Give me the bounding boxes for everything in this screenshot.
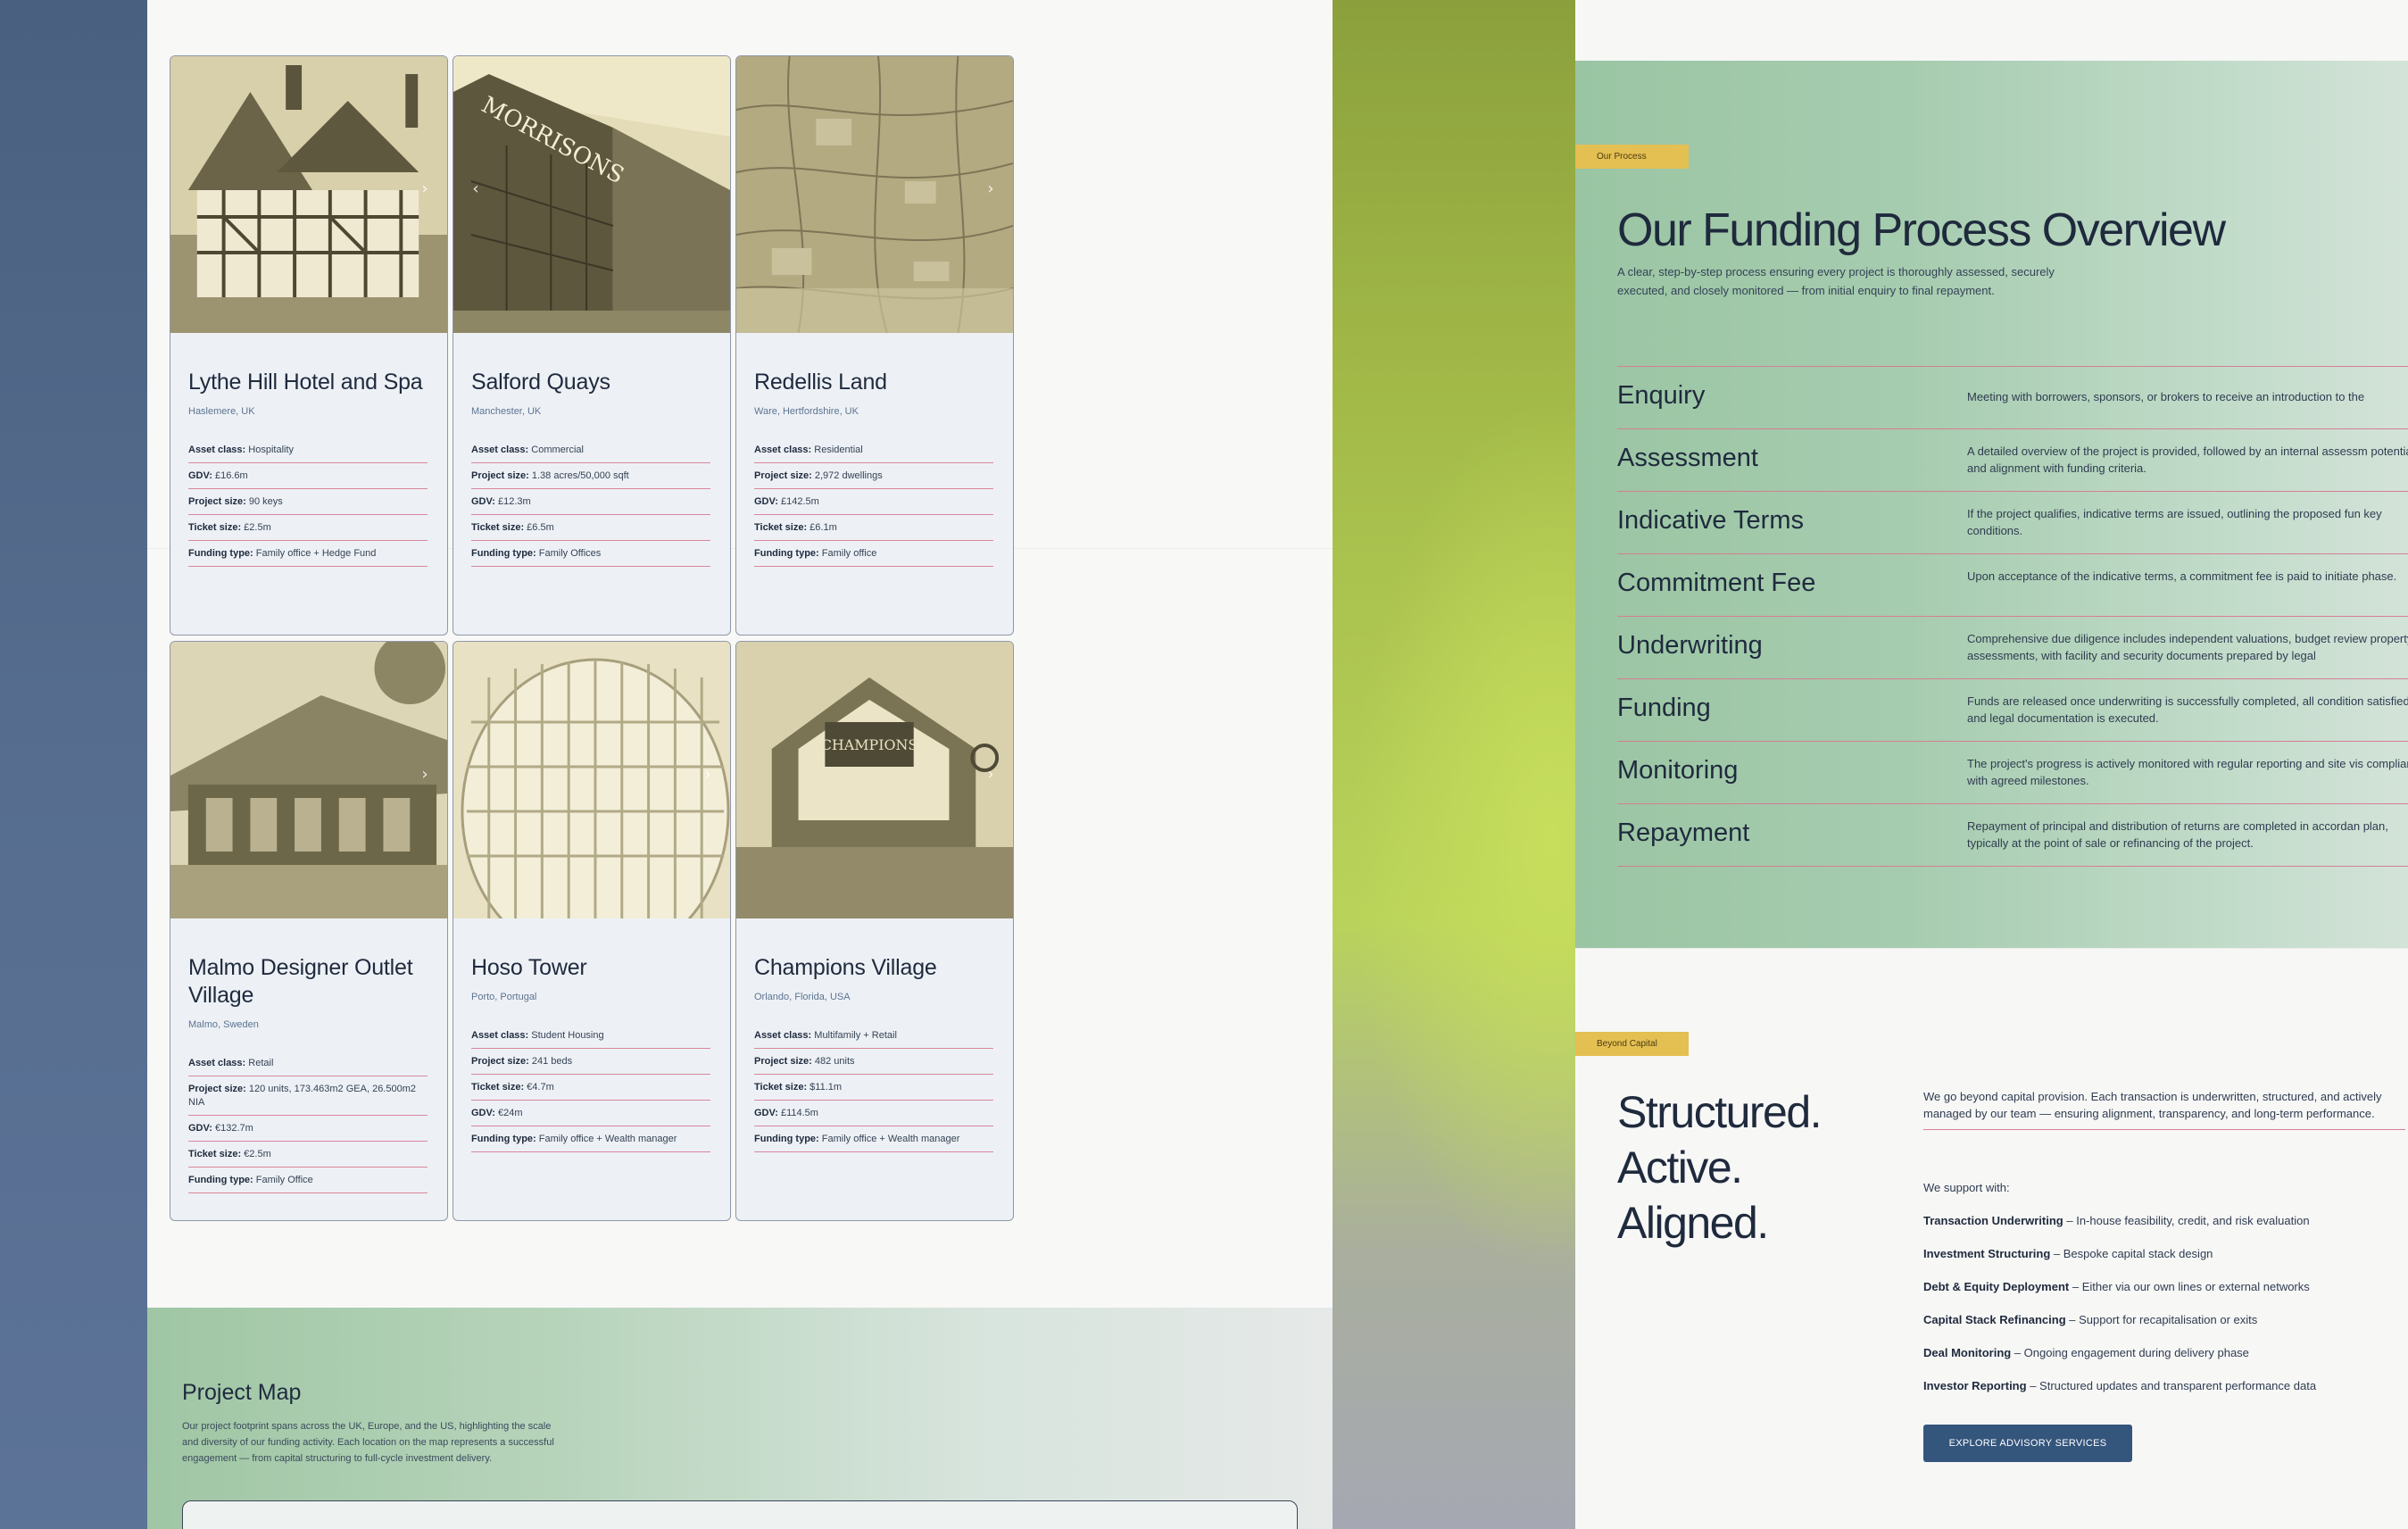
spec-row: Funding type: Family office xyxy=(754,541,993,567)
process-step: Underwriting Comprehensive due diligence … xyxy=(1617,617,2408,679)
map-container[interactable] xyxy=(182,1500,1298,1529)
project-card[interactable]: › Lythe Hill Hotel and Spa Haslemere, UK… xyxy=(170,55,448,636)
project-card[interactable]: MORRISONS ‹ Salford Quays Manchester, UK… xyxy=(453,55,731,636)
project-title: Malmo Designer Outlet Village xyxy=(188,955,413,1008)
spec-row: Ticket size: $11.1m xyxy=(754,1075,993,1101)
spec-row: Funding type: Family Office xyxy=(188,1168,428,1193)
project-map-section: Project Map Our project footprint spans … xyxy=(147,1308,1333,1529)
spec-row: Project size: 482 units xyxy=(754,1049,993,1075)
chevron-right-icon[interactable]: › xyxy=(700,767,716,783)
spec-row: GDV: €132.7m xyxy=(188,1116,428,1142)
spec-row: Asset class: Retail xyxy=(188,1051,428,1076)
chevron-right-icon[interactable]: › xyxy=(983,181,999,197)
spec-row: Ticket size: £6.1m xyxy=(754,515,993,541)
process-step: Funding Funds are released once underwrit… xyxy=(1617,679,2408,742)
divider xyxy=(1575,948,2408,949)
project-image: › xyxy=(453,642,730,918)
spec-row: Ticket size: £6.5m xyxy=(471,515,710,541)
process-section: Our Process Our Funding Process Overview… xyxy=(1575,61,2408,948)
spec-row: Funding type: Family office + Wealth man… xyxy=(471,1126,710,1152)
chevron-left-icon[interactable]: ‹ xyxy=(468,181,484,197)
beyond-heading: Structured. Active. Aligned. xyxy=(1617,1087,1823,1248)
project-title: Champions Village xyxy=(754,955,937,980)
beyond-lead: We go beyond capital provision. Each tra… xyxy=(1923,1088,2405,1130)
spec-row: Asset class: Commercial xyxy=(471,437,710,463)
project-location: Orlando, Florida, USA xyxy=(754,992,851,1002)
chevron-right-icon[interactable]: › xyxy=(417,767,433,783)
section-tag: Beyond Capital xyxy=(1575,1032,1689,1056)
svg-text:CHAMPIONS: CHAMPIONS xyxy=(821,736,918,753)
map-description: Our project footprint spans across the U… xyxy=(182,1421,554,1464)
project-image: CHAMPIONS › xyxy=(736,642,1013,918)
list-item: Investor Reporting – Structured updates … xyxy=(1923,1379,2317,1392)
spec-row: Project size: 241 beds xyxy=(471,1049,710,1075)
spec-row: Project size: 1.38 acres/50,000 sqft xyxy=(471,463,710,489)
project-title: Hoso Tower xyxy=(471,955,587,980)
process-step: Commitment Fee Upon acceptance of the ind… xyxy=(1617,554,2408,617)
list-item: Debt & Equity Deployment – Either via ou… xyxy=(1923,1280,2310,1293)
spec-row: Project size: 120 units, 173.463m2 GEA, … xyxy=(188,1076,428,1116)
process-step: Indicative Terms If the project qualifies… xyxy=(1617,492,2408,554)
project-title: Salford Quays xyxy=(471,370,610,395)
spec-row: Asset class: Multifamily + Retail xyxy=(754,1023,993,1049)
process-steps: Enquiry Meeting with borrowers, sponsors,… xyxy=(1617,366,2408,867)
spec-row: Ticket size: €4.7m xyxy=(471,1075,710,1101)
list-item: Transaction Underwriting – In-house feas… xyxy=(1923,1214,2310,1227)
project-location: Haslemere, UK xyxy=(188,406,255,417)
background-left xyxy=(0,0,147,1529)
spec-row: Project size: 2,972 dwellings xyxy=(754,463,993,489)
explore-advisory-button[interactable]: EXPLORE ADVISORY SERVICES xyxy=(1923,1425,2132,1462)
project-card[interactable]: › Redellis Land Ware, Hertfordshire, UK … xyxy=(735,55,1014,636)
project-image: MORRISONS ‹ xyxy=(453,56,730,333)
map-title: Project Map xyxy=(182,1380,302,1405)
spec-row: Ticket size: £2.5m xyxy=(188,515,428,541)
project-title: Lythe Hill Hotel and Spa xyxy=(188,370,423,395)
project-grid: › Lythe Hill Hotel and Spa Haslemere, UK… xyxy=(170,55,1014,1221)
process-lead: A clear, step-by-step process ensuring e… xyxy=(1617,265,2055,297)
support-list: Transaction Underwriting – In-house feas… xyxy=(1923,1214,2316,1412)
chevron-right-icon[interactable]: › xyxy=(417,181,433,197)
project-card[interactable]: CHAMPIONS › Champions Village Orlando, F… xyxy=(735,641,1014,1221)
list-item: Capital Stack Refinancing – Support for … xyxy=(1923,1313,2258,1326)
process-title: Our Funding Process Overview xyxy=(1617,204,2226,256)
spec-row: Funding type: Family office + Wealth man… xyxy=(754,1126,993,1152)
spec-row: Funding type: Family Offices xyxy=(471,541,710,567)
spec-row: GDV: £142.5m xyxy=(754,489,993,515)
spec-row: GDV: £114.5m xyxy=(754,1101,993,1126)
background-gradient xyxy=(1332,0,1575,1529)
spec-row: GDV: £12.3m xyxy=(471,489,710,515)
project-title: Redellis Land xyxy=(754,370,887,395)
project-location: Malmo, Sweden xyxy=(188,1019,259,1030)
project-image: › xyxy=(170,642,447,918)
spec-row: Project size: 90 keys xyxy=(188,489,428,515)
project-card[interactable]: › Hoso Tower Porto, Portugal Asset class… xyxy=(453,641,731,1221)
spec-row: Asset class: Hospitality xyxy=(188,437,428,463)
project-image: › xyxy=(170,56,447,333)
project-image: › xyxy=(736,56,1013,333)
process-step: Assessment A detailed overview of the pro… xyxy=(1617,429,2408,492)
project-location: Porto, Portugal xyxy=(471,992,537,1002)
process-page: Our Process Our Funding Process Overview… xyxy=(1575,0,2408,1529)
project-location: Manchester, UK xyxy=(471,406,542,417)
list-item: Deal Monitoring – Ongoing engagement dur… xyxy=(1923,1346,2249,1359)
spec-row: Funding type: Family office + Hedge Fund xyxy=(188,541,428,567)
project-card[interactable]: › Malmo Designer Outlet Village Malmo, S… xyxy=(170,641,448,1221)
list-item: Investment Structuring – Bespoke capital… xyxy=(1923,1247,2213,1260)
spec-row: Asset class: Student Housing xyxy=(471,1023,710,1049)
chevron-right-icon[interactable]: › xyxy=(983,767,999,783)
process-step: Repayment Repayment of principal and dist… xyxy=(1617,804,2408,867)
spec-row: Asset class: Residential xyxy=(754,437,993,463)
spec-row: GDV: €24m xyxy=(471,1101,710,1126)
process-step: Enquiry Meeting with borrowers, sponsors,… xyxy=(1617,367,2408,429)
spec-row: Ticket size: €2.5m xyxy=(188,1142,428,1168)
spec-row: GDV: £16.6m xyxy=(188,463,428,489)
process-step: Monitoring The project's progress is acti… xyxy=(1617,742,2408,804)
support-label: We support with: xyxy=(1923,1181,2010,1194)
section-tag: Our Process xyxy=(1575,145,1689,169)
project-location: Ware, Hertfordshire, UK xyxy=(754,406,859,417)
